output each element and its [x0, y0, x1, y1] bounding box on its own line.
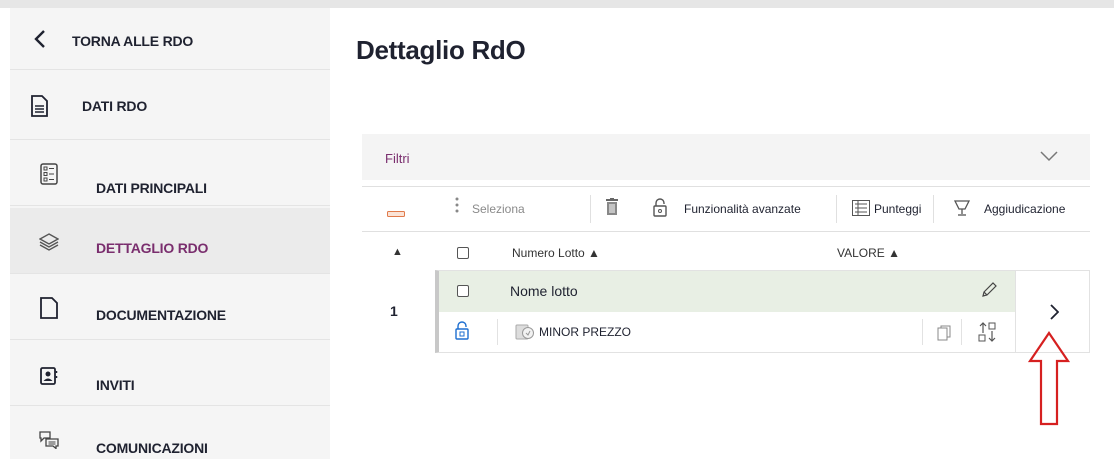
- advanced-features-button[interactable]: Funzionalità avanzate: [684, 202, 801, 216]
- column-header-value[interactable]: VALORE ▲: [837, 246, 900, 260]
- unlock-icon[interactable]: [653, 198, 667, 221]
- sidebar-item-dettaglio-rdo[interactable]: DETTAGLIO RDO: [10, 208, 330, 274]
- cell-divider: [922, 319, 923, 345]
- section-label: DATI RDO: [82, 98, 148, 114]
- document-lines-icon: [28, 94, 50, 118]
- sidebar-item-label: DATI PRINCIPALI: [96, 180, 207, 196]
- back-label: TORNA ALLE RDO: [72, 33, 194, 49]
- collapse-minus-icon[interactable]: [387, 206, 405, 220]
- table-toolbar: Seleziona Funzionalità avanzate Punteggi…: [362, 186, 1090, 232]
- table-header: ▲ Numero Lotto ▲ VALORE ▲: [362, 240, 1090, 266]
- unlock-icon[interactable]: [455, 321, 469, 346]
- red-annotation-arrow-icon: [1027, 330, 1071, 433]
- copy-icon[interactable]: [937, 325, 951, 346]
- sidebar: TORNA ALLE RDO DATI RDO DATI PRINCIPALI …: [10, 8, 330, 459]
- chevron-down-icon[interactable]: [1040, 149, 1058, 163]
- sidebar-item-dati-principali[interactable]: DATI PRINCIPALI: [10, 140, 330, 206]
- sort-header-indicator[interactable]: ▲: [392, 246, 403, 258]
- document-icon: [38, 296, 60, 320]
- lot-details-row: MINOR PREZZO: [439, 312, 1015, 353]
- layers-icon: [38, 230, 60, 254]
- toolbar-divider: [933, 195, 934, 223]
- list-document-icon: [38, 162, 60, 186]
- select-button[interactable]: Seleziona: [472, 202, 525, 216]
- trophy-icon: [953, 199, 971, 220]
- sidebar-item-documentazione[interactable]: DOCUMENTAZIONE: [10, 274, 330, 340]
- toolbar-divider: [836, 195, 837, 223]
- top-border: [0, 0, 1114, 8]
- sidebar-item-comunicazioni[interactable]: COMUNICAZIONI: [10, 406, 330, 459]
- award-button[interactable]: Aggiudicazione: [984, 202, 1065, 216]
- lot-name-row: Nome lotto: [439, 271, 1015, 312]
- row-number: 1: [390, 303, 398, 319]
- sidebar-section-dati-rdo[interactable]: DATI RDO: [10, 70, 330, 140]
- chevron-right-icon: [1049, 304, 1060, 325]
- toolbar-divider: [590, 195, 591, 223]
- select-all-checkbox[interactable]: [457, 247, 469, 259]
- column-header-lot-number[interactable]: Numero Lotto ▲: [512, 246, 600, 260]
- sidebar-item-label: COMUNICAZIONI: [96, 440, 208, 456]
- chat-icon: [38, 428, 60, 452]
- trash-icon[interactable]: [606, 198, 618, 219]
- vertical-dots-icon: [455, 196, 459, 217]
- sidebar-item-inviti[interactable]: INVITI: [10, 340, 330, 406]
- cell-divider: [497, 319, 498, 345]
- lowest-price-icon: [515, 324, 535, 345]
- sidebar-item-label: INVITI: [96, 377, 135, 393]
- cell-divider: [961, 319, 962, 345]
- sidebar-item-label: DETTAGLIO RDO: [96, 240, 209, 256]
- table-row: Nome lotto MINOR PREZZO: [435, 270, 1090, 353]
- chevron-left-icon: [32, 30, 48, 48]
- pencil-edit-icon[interactable]: [980, 281, 998, 304]
- back-to-rdo-link[interactable]: TORNA ALLE RDO: [10, 8, 330, 70]
- reorder-icon[interactable]: [978, 321, 998, 348]
- scores-button[interactable]: Punteggi: [874, 202, 921, 216]
- filters-panel[interactable]: Filtri: [362, 134, 1090, 180]
- filters-label: Filtri: [385, 151, 410, 166]
- award-criterion: MINOR PREZZO: [539, 325, 631, 339]
- sidebar-item-label: DOCUMENTAZIONE: [96, 307, 226, 323]
- contact-card-icon: [38, 364, 60, 388]
- scores-icon: [852, 200, 870, 219]
- lot-name: Nome lotto: [510, 283, 578, 299]
- page-title: Dettaglio RdO: [356, 35, 526, 65]
- row-checkbox[interactable]: [457, 285, 469, 297]
